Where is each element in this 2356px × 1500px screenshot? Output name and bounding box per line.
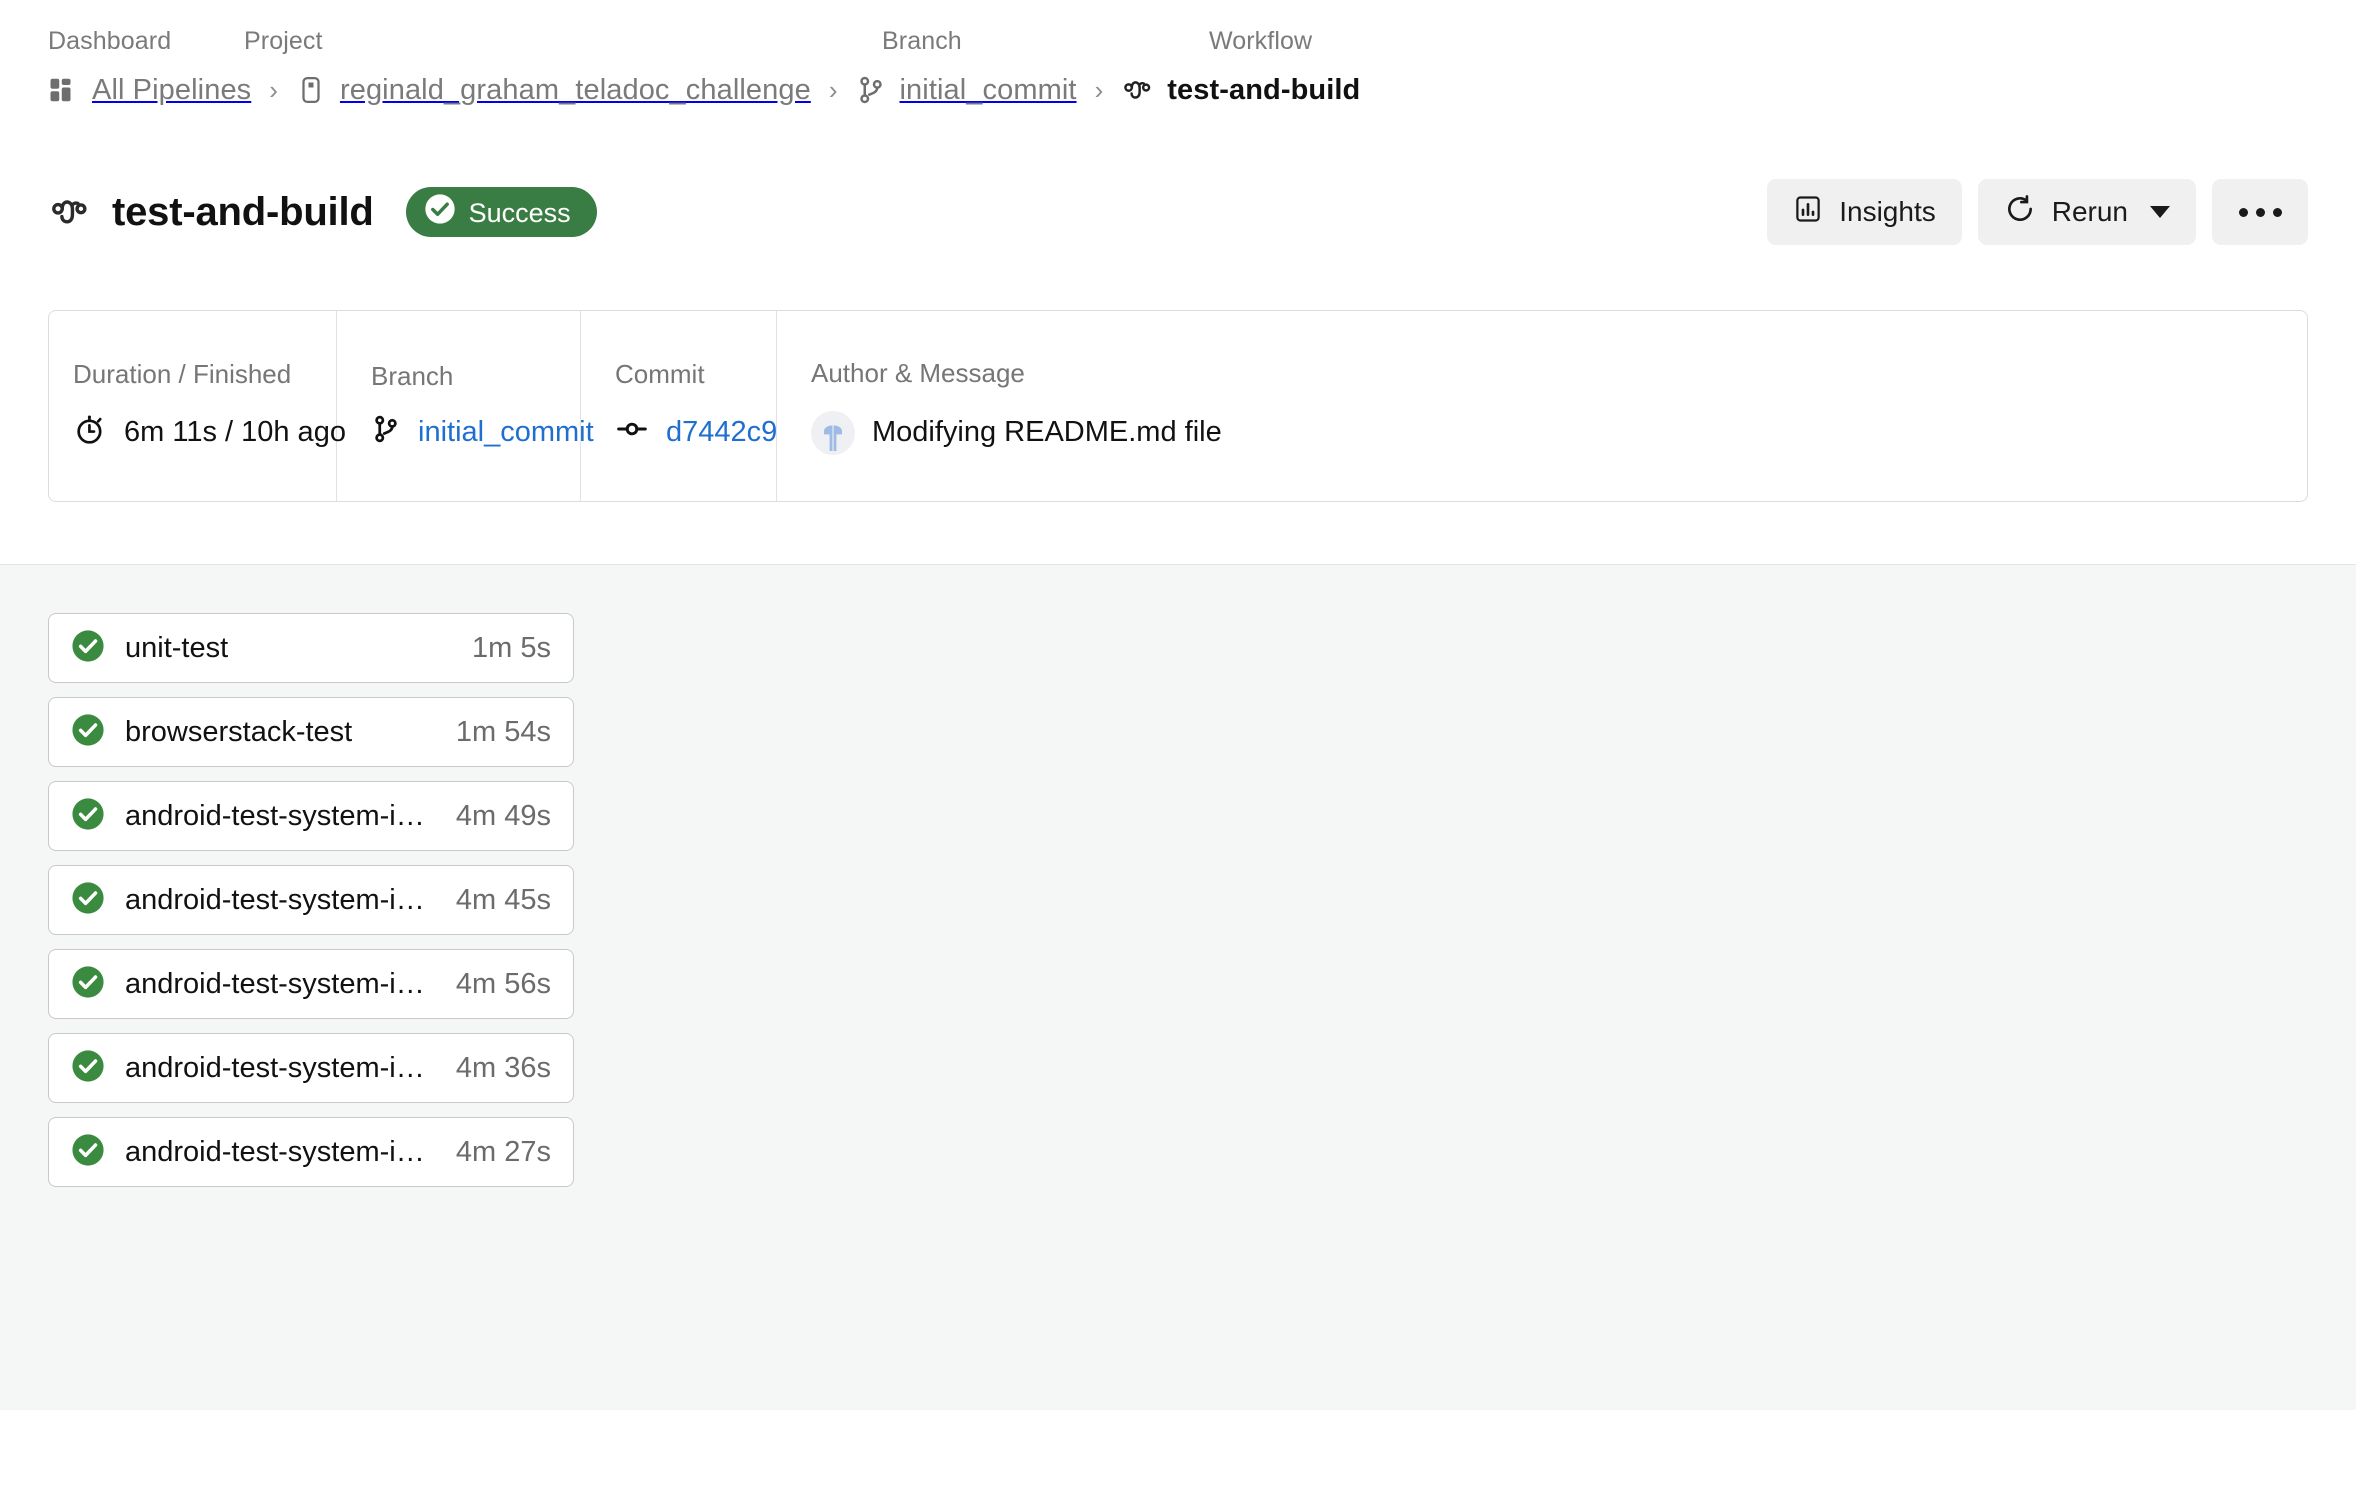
insights-button[interactable]: Insights bbox=[1767, 179, 1962, 245]
breadcrumb-item-project[interactable]: reginald_graham_teladoc_challenge bbox=[296, 74, 811, 107]
info-column-author: Author & Message Modifying README.md fil… bbox=[777, 311, 2307, 501]
job-name: android-test-system-i… bbox=[125, 1052, 436, 1085]
job-card[interactable]: android-test-system-i… 4m 27s bbox=[48, 1117, 574, 1187]
check-circle-icon bbox=[71, 1133, 105, 1172]
author-label: Author & Message bbox=[811, 358, 2273, 389]
breadcrumb-label-project: Project bbox=[244, 27, 882, 56]
branch-label: Branch bbox=[371, 361, 546, 392]
job-name: android-test-system-i… bbox=[125, 800, 436, 833]
branch-link[interactable]: initial_commit bbox=[418, 416, 594, 449]
breadcrumb-item-workflow: test-and-build bbox=[1121, 74, 1360, 107]
workflow-actions: Insights Rerun bbox=[1767, 179, 2308, 245]
check-circle-icon bbox=[71, 713, 105, 752]
breadcrumb-label-branch: Branch bbox=[882, 27, 1209, 56]
breadcrumb-text-workflow: test-and-build bbox=[1167, 74, 1360, 107]
workflow-title-group: test-and-build Success bbox=[48, 187, 597, 237]
avatar bbox=[811, 411, 855, 455]
breadcrumb-separator-icon: › bbox=[1095, 77, 1104, 103]
jobs-area: unit-test 1m 5s browserstack-test 1m 54s bbox=[0, 565, 2356, 1410]
workflow-icon bbox=[1121, 74, 1153, 106]
job-card[interactable]: android-test-system-i… 4m 45s bbox=[48, 865, 574, 935]
stopwatch-icon bbox=[73, 412, 107, 454]
info-column-duration: Duration / Finished 6m 11s / 10h ago bbox=[49, 311, 337, 501]
insights-label: Insights bbox=[1839, 196, 1936, 228]
chevron-down-icon bbox=[2150, 206, 2170, 218]
breadcrumb-separator-icon: › bbox=[269, 77, 278, 103]
job-list: unit-test 1m 5s browserstack-test 1m 54s bbox=[48, 613, 574, 1187]
refresh-icon bbox=[2004, 193, 2036, 232]
job-duration: 4m 36s bbox=[456, 1052, 551, 1085]
breadcrumb-text-branch: initial_commit bbox=[900, 74, 1077, 107]
check-circle-icon bbox=[71, 881, 105, 920]
check-circle-icon bbox=[71, 1049, 105, 1088]
workflow-icon bbox=[48, 191, 90, 233]
check-circle-icon bbox=[71, 629, 105, 668]
job-name: browserstack-test bbox=[125, 716, 436, 749]
breadcrumb-label-dashboard: Dashboard bbox=[48, 27, 244, 56]
breadcrumb-item-all-pipelines[interactable]: All Pipelines bbox=[48, 74, 251, 107]
info-column-branch: Branch initial_commit bbox=[337, 311, 581, 501]
breadcrumb-item-branch[interactable]: initial_commit bbox=[856, 74, 1077, 107]
breadcrumb-separator-icon: › bbox=[829, 77, 838, 103]
status-badge-label: Success bbox=[469, 200, 571, 227]
breadcrumb-labels: Dashboard Project Branch Workflow bbox=[48, 0, 2308, 62]
job-duration: 1m 54s bbox=[456, 716, 551, 749]
job-duration: 4m 45s bbox=[456, 884, 551, 917]
pipeline-info-card: Duration / Finished 6m 11s / 10h ago bbox=[48, 310, 2308, 502]
commit-message: Modifying README.md file bbox=[872, 416, 1222, 449]
commit-label: Commit bbox=[615, 359, 742, 390]
dashboard-grid-icon bbox=[48, 75, 78, 105]
job-duration: 4m 56s bbox=[456, 968, 551, 1001]
more-options-button[interactable] bbox=[2212, 179, 2308, 245]
duration-label: Duration / Finished bbox=[73, 359, 302, 390]
pipeline-workflow-page: Dashboard Project Branch Workflow All Pi… bbox=[0, 0, 2356, 1500]
job-card[interactable]: android-test-system-i… 4m 49s bbox=[48, 781, 574, 851]
duration-value-row: 6m 11s / 10h ago bbox=[73, 412, 302, 454]
breadcrumb-text-all-pipelines: All Pipelines bbox=[92, 74, 251, 107]
job-name: android-test-system-i… bbox=[125, 968, 436, 1001]
branch-value-row: initial_commit bbox=[371, 414, 546, 452]
bar-chart-icon bbox=[1793, 194, 1823, 231]
ellipsis-icon bbox=[2239, 208, 2282, 217]
project-icon bbox=[296, 75, 326, 105]
job-card[interactable]: android-test-system-i… 4m 36s bbox=[48, 1033, 574, 1103]
info-column-commit: Commit d7442c9 bbox=[581, 311, 777, 501]
workflow-title-row: test-and-build Success bbox=[48, 156, 2308, 268]
rerun-button[interactable]: Rerun bbox=[1978, 179, 2196, 245]
job-name: android-test-system-i… bbox=[125, 1136, 436, 1169]
author-value-row: Modifying README.md file bbox=[811, 411, 2273, 455]
check-circle-icon bbox=[71, 797, 105, 836]
rerun-label: Rerun bbox=[2052, 196, 2128, 228]
job-card[interactable]: browserstack-test 1m 54s bbox=[48, 697, 574, 767]
job-card[interactable]: unit-test 1m 5s bbox=[48, 613, 574, 683]
page-title: test-and-build bbox=[112, 190, 374, 235]
check-circle-icon bbox=[71, 965, 105, 1004]
job-duration: 4m 49s bbox=[456, 800, 551, 833]
breadcrumb-text-project: reginald_graham_teladoc_challenge bbox=[340, 74, 811, 107]
job-duration: 1m 5s bbox=[472, 632, 551, 665]
commit-icon bbox=[615, 412, 649, 454]
branch-icon bbox=[856, 75, 886, 105]
status-badge: Success bbox=[406, 187, 597, 237]
check-circle-icon bbox=[424, 193, 456, 232]
job-name: unit-test bbox=[125, 632, 452, 665]
job-name: android-test-system-i… bbox=[125, 884, 436, 917]
job-duration: 4m 27s bbox=[456, 1136, 551, 1169]
commit-link[interactable]: d7442c9 bbox=[666, 416, 777, 449]
breadcrumb-label-workflow: Workflow bbox=[1209, 27, 1409, 56]
branch-icon bbox=[371, 414, 401, 452]
commit-value-row: d7442c9 bbox=[615, 412, 742, 454]
page-header: Dashboard Project Branch Workflow All Pi… bbox=[0, 0, 2356, 565]
job-card[interactable]: android-test-system-i… 4m 56s bbox=[48, 949, 574, 1019]
duration-value: 6m 11s / 10h ago bbox=[124, 416, 346, 449]
breadcrumb: All Pipelines › reginald_graham_teladoc_… bbox=[48, 62, 2308, 118]
